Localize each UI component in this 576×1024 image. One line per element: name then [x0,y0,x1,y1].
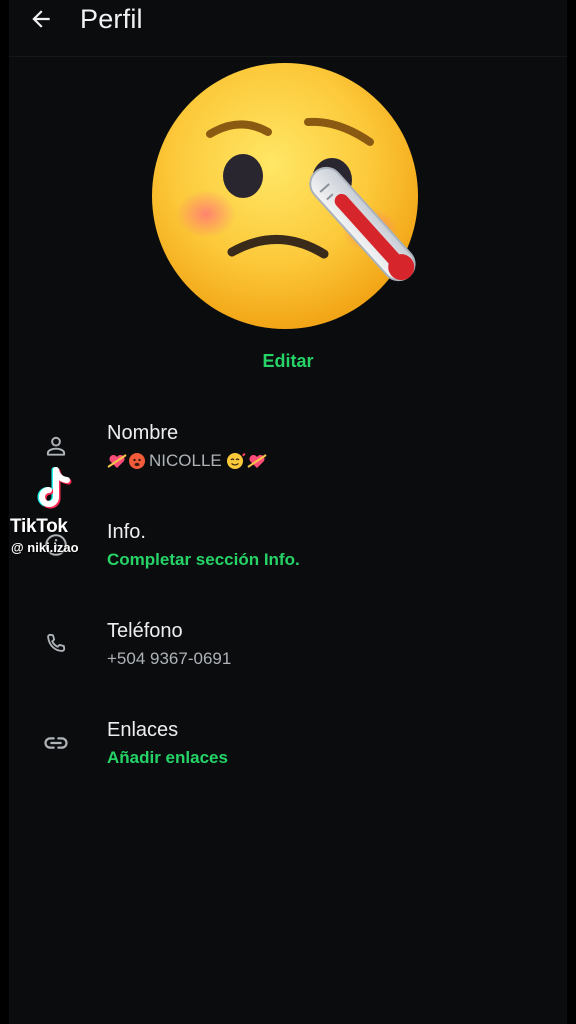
person-icon [41,431,71,461]
profile-row-phone[interactable]: Teléfono +504 9367-0691 [9,619,567,695]
heart-arrow-icon-2 [247,452,267,470]
smiling-hearts-icon [226,452,246,470]
name-label: Nombre [107,422,179,444]
phone-value: +504 9367-0691 [107,649,232,668]
name-value-wrap: NICOLLE [107,450,268,472]
name-value: NICOLLE [149,451,222,470]
profile-row-links[interactable]: Enlaces Añadir enlaces [9,718,567,794]
header-divider [9,56,567,57]
edit-photo-link[interactable]: Editar [0,351,576,372]
tiktok-logo-icon [37,467,72,509]
links-value: Añadir enlaces [107,748,228,767]
screen: Perfil Editar Nombre NICOLLE Info. Compl… [0,0,576,1024]
tiktok-watermark: TikTok @ niki.izao [10,466,110,558]
info-value: Completar sección Info. [107,550,300,569]
link-icon [41,728,71,758]
face-with-thermometer-emoji [152,63,418,329]
tiktok-username: @ niki.izao [11,540,79,555]
links-label: Enlaces [107,719,179,741]
phone-label: Teléfono [107,620,183,642]
hot-face-icon [128,452,148,470]
info-label: Info. [107,521,146,543]
arrow-left-icon [32,10,50,28]
profile-photo[interactable] [148,60,430,336]
phone-icon [41,629,71,659]
back-button[interactable] [24,2,58,36]
heart-arrow-icon [107,452,127,470]
tiktok-brand: TikTok [10,516,68,537]
page-title: Perfil [80,4,143,34]
